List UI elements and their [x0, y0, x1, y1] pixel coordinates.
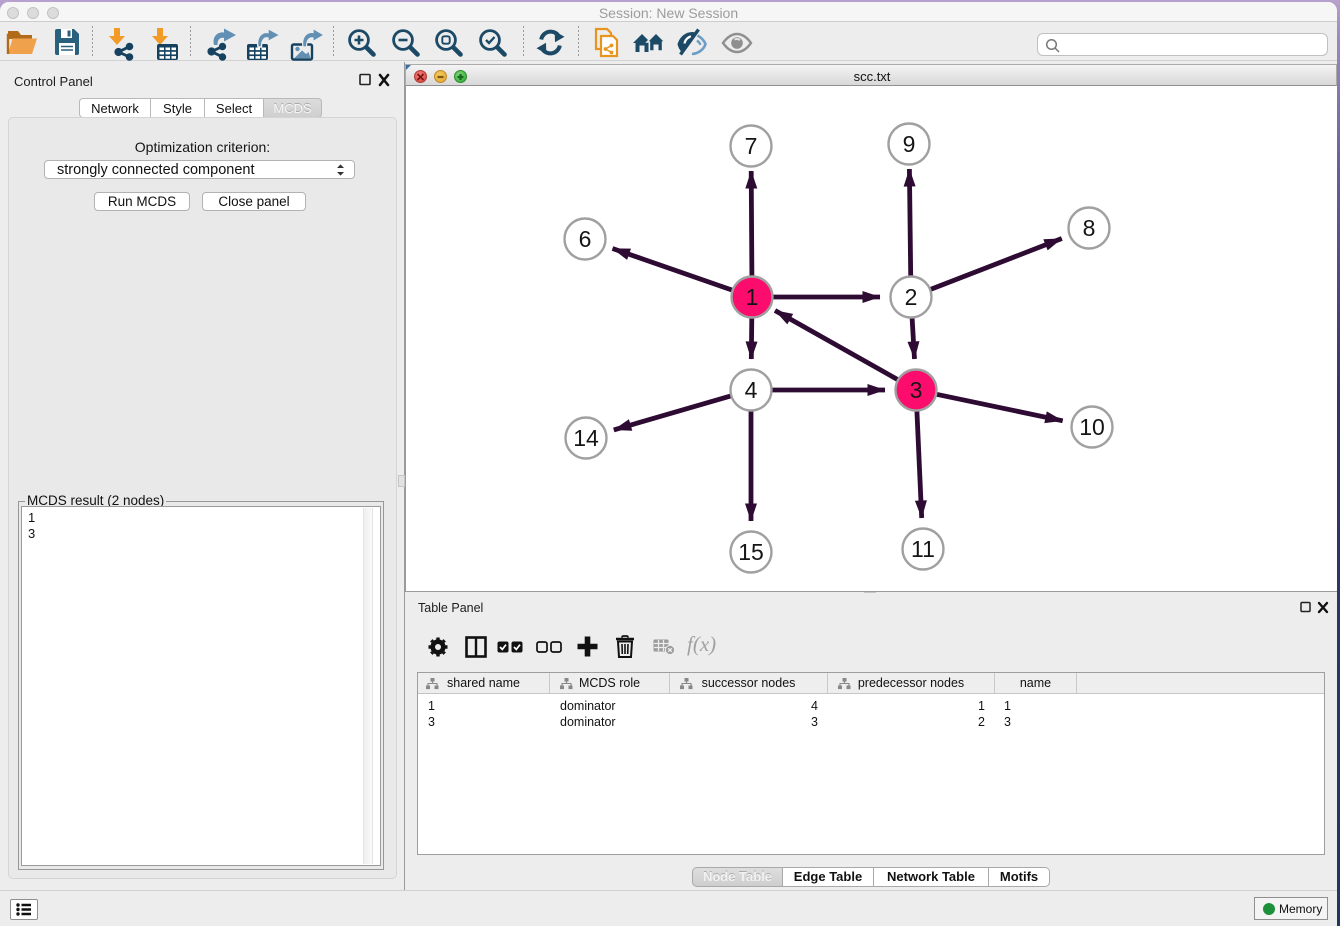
svg-text:9: 9 — [903, 131, 916, 157]
svg-text:15: 15 — [738, 539, 764, 565]
svg-text:10: 10 — [1079, 414, 1105, 440]
svg-text:6: 6 — [579, 226, 592, 252]
svg-text:14: 14 — [573, 425, 599, 451]
svg-text:1: 1 — [746, 284, 759, 310]
svg-text:3: 3 — [910, 377, 923, 403]
svg-text:11: 11 — [911, 536, 935, 562]
svg-text:4: 4 — [745, 377, 758, 403]
svg-text:2: 2 — [905, 284, 918, 310]
svg-text:7: 7 — [745, 133, 758, 159]
svg-text:8: 8 — [1083, 215, 1096, 241]
